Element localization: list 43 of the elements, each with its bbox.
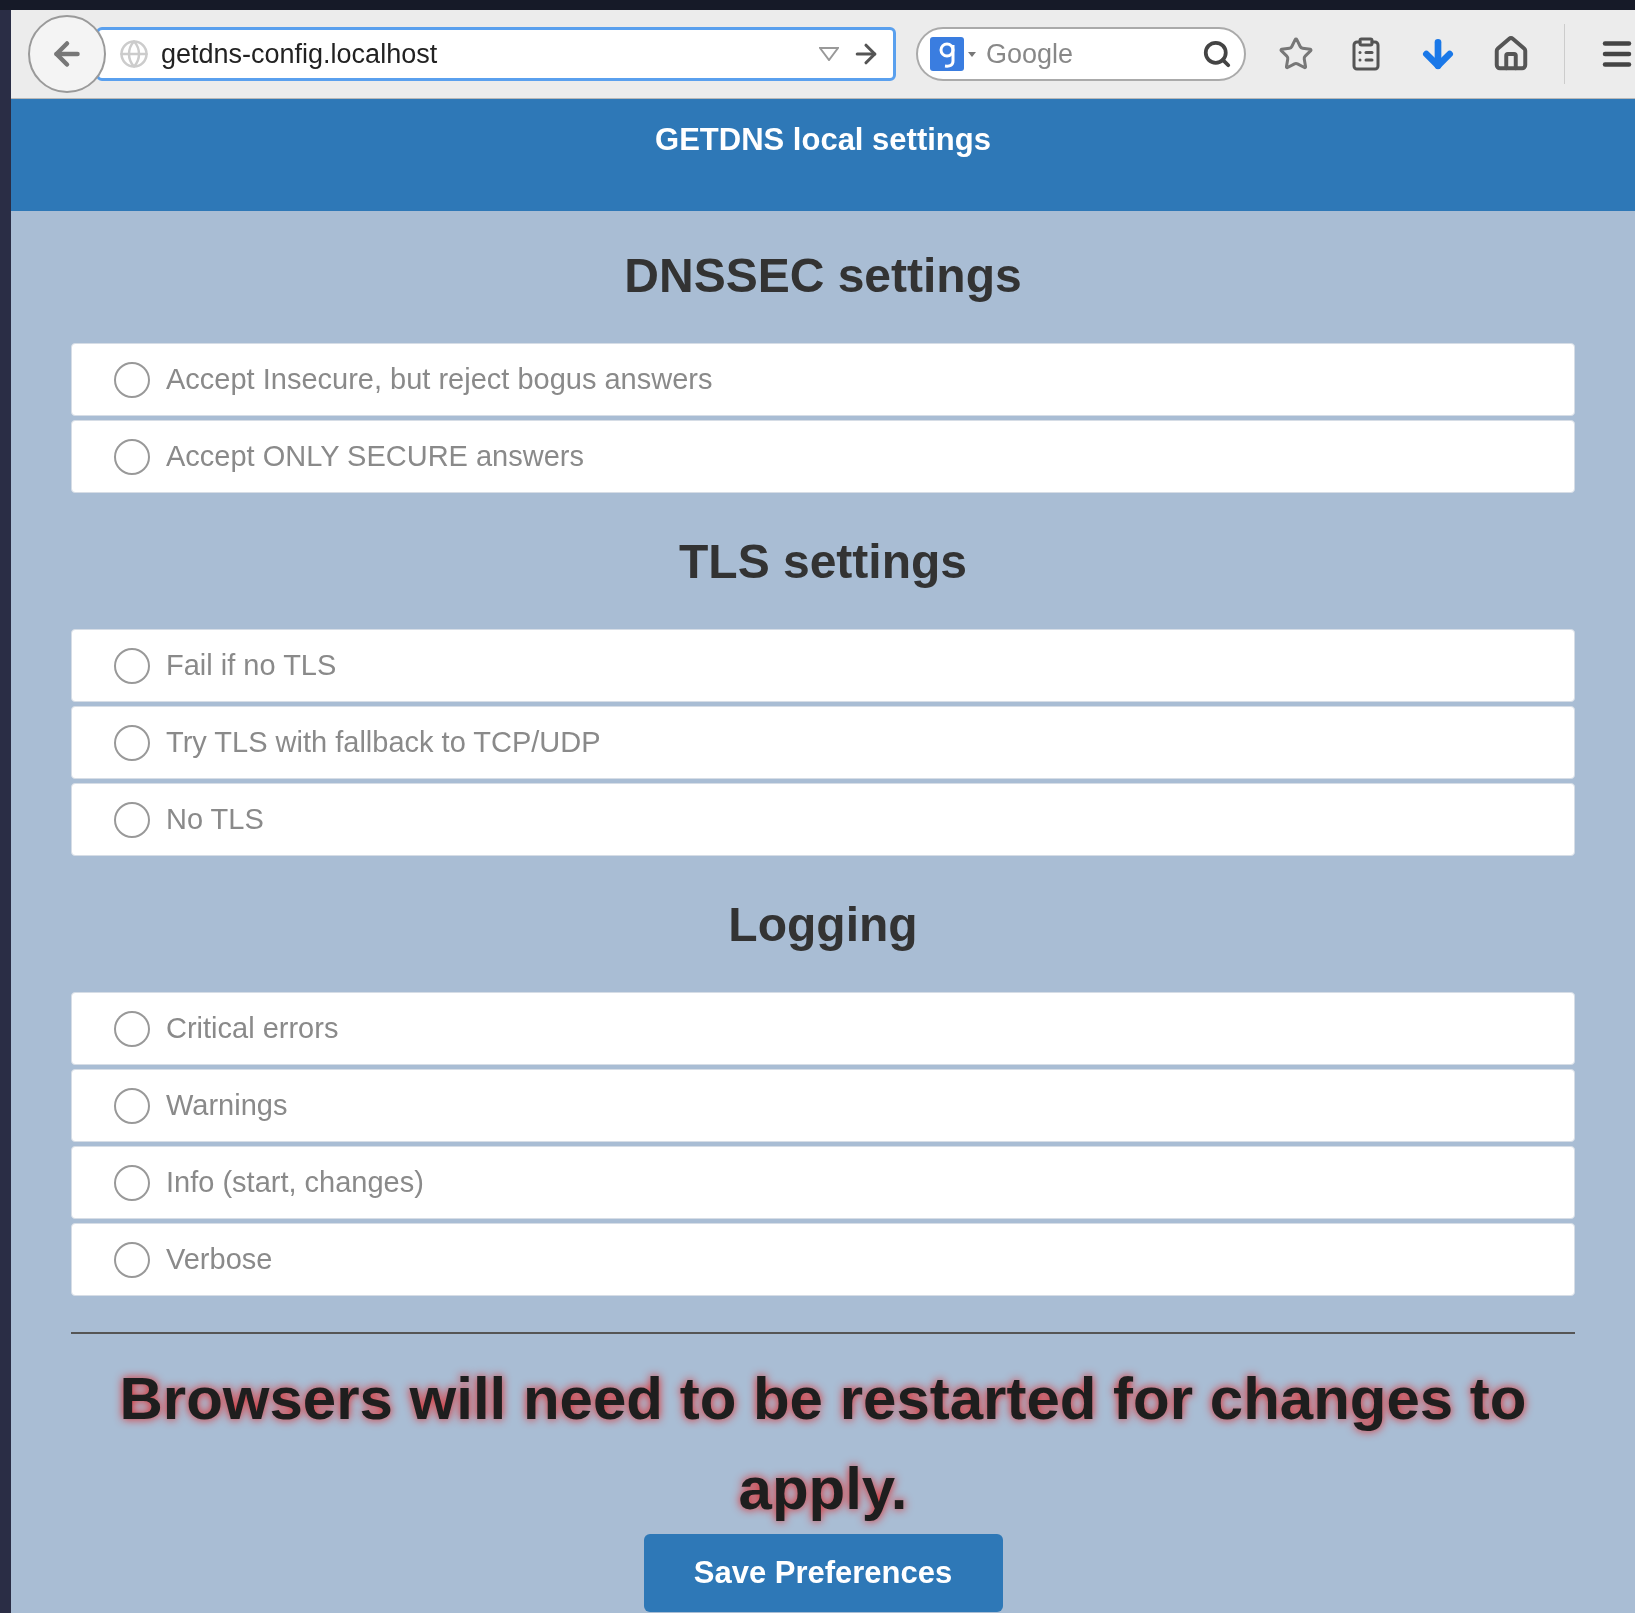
option-row[interactable]: Critical errors (71, 992, 1575, 1065)
option-label: Try TLS with fallback to TCP/UDP (166, 724, 601, 760)
home-icon[interactable] (1492, 35, 1530, 73)
radio-button[interactable] (114, 1087, 150, 1124)
radio-button[interactable] (114, 801, 150, 838)
radio-button[interactable] (114, 361, 150, 398)
url-field[interactable]: getdns-config.localhost (96, 27, 896, 81)
url-text: getdns-config.localhost (161, 37, 439, 71)
search-engine-icon (930, 37, 978, 71)
option-row[interactable]: Try TLS with fallback to TCP/UDP (71, 706, 1575, 779)
radio-button[interactable] (114, 1010, 150, 1047)
option-label: Critical errors (166, 1010, 339, 1046)
restart-notice: Browsers will need to be restarted for changes to apply. (118, 1364, 1528, 1524)
search-field[interactable]: Google (916, 27, 1246, 81)
section-heading: Logging (727, 897, 919, 953)
option-row[interactable]: Info (start, changes) (71, 1146, 1575, 1219)
radio-button[interactable] (114, 1241, 150, 1278)
option-label: Info (start, changes) (166, 1164, 424, 1200)
option-label: Warnings (166, 1087, 288, 1123)
option-label: Fail if no TLS (166, 647, 337, 683)
search-input[interactable]: Google (986, 33, 1194, 75)
option-row[interactable]: Verbose (71, 1223, 1575, 1296)
search-icon (1202, 39, 1232, 69)
radio-button[interactable] (114, 1164, 150, 1201)
save-preferences-button[interactable]: Save Preferences (643, 1534, 1003, 1612)
section-heading: DNSSEC settings (623, 248, 1023, 304)
option-row[interactable]: Accept Insecure, but reject bogus answers (71, 343, 1575, 416)
option-row[interactable]: Fail if no TLS (71, 629, 1575, 702)
radio-button[interactable] (114, 724, 150, 761)
header-title: GETDNS local settings (655, 121, 991, 159)
section-heading: TLS settings (678, 534, 968, 590)
option-label: No TLS (166, 801, 264, 837)
option-row[interactable]: No TLS (71, 783, 1575, 856)
radio-button[interactable] (114, 647, 150, 684)
option-row[interactable]: Warnings (71, 1069, 1575, 1142)
option-label: Accept ONLY SECURE answers (166, 438, 584, 474)
dropdown-triangle-icon[interactable] (819, 47, 839, 61)
option-label: Verbose (166, 1241, 273, 1277)
option-row[interactable]: Accept ONLY SECURE answers (71, 420, 1575, 493)
radio-button[interactable] (114, 438, 150, 475)
globe-icon (119, 39, 149, 69)
option-label: Accept Insecure, but reject bogus answers (166, 361, 713, 397)
star-icon[interactable] (1278, 36, 1314, 72)
